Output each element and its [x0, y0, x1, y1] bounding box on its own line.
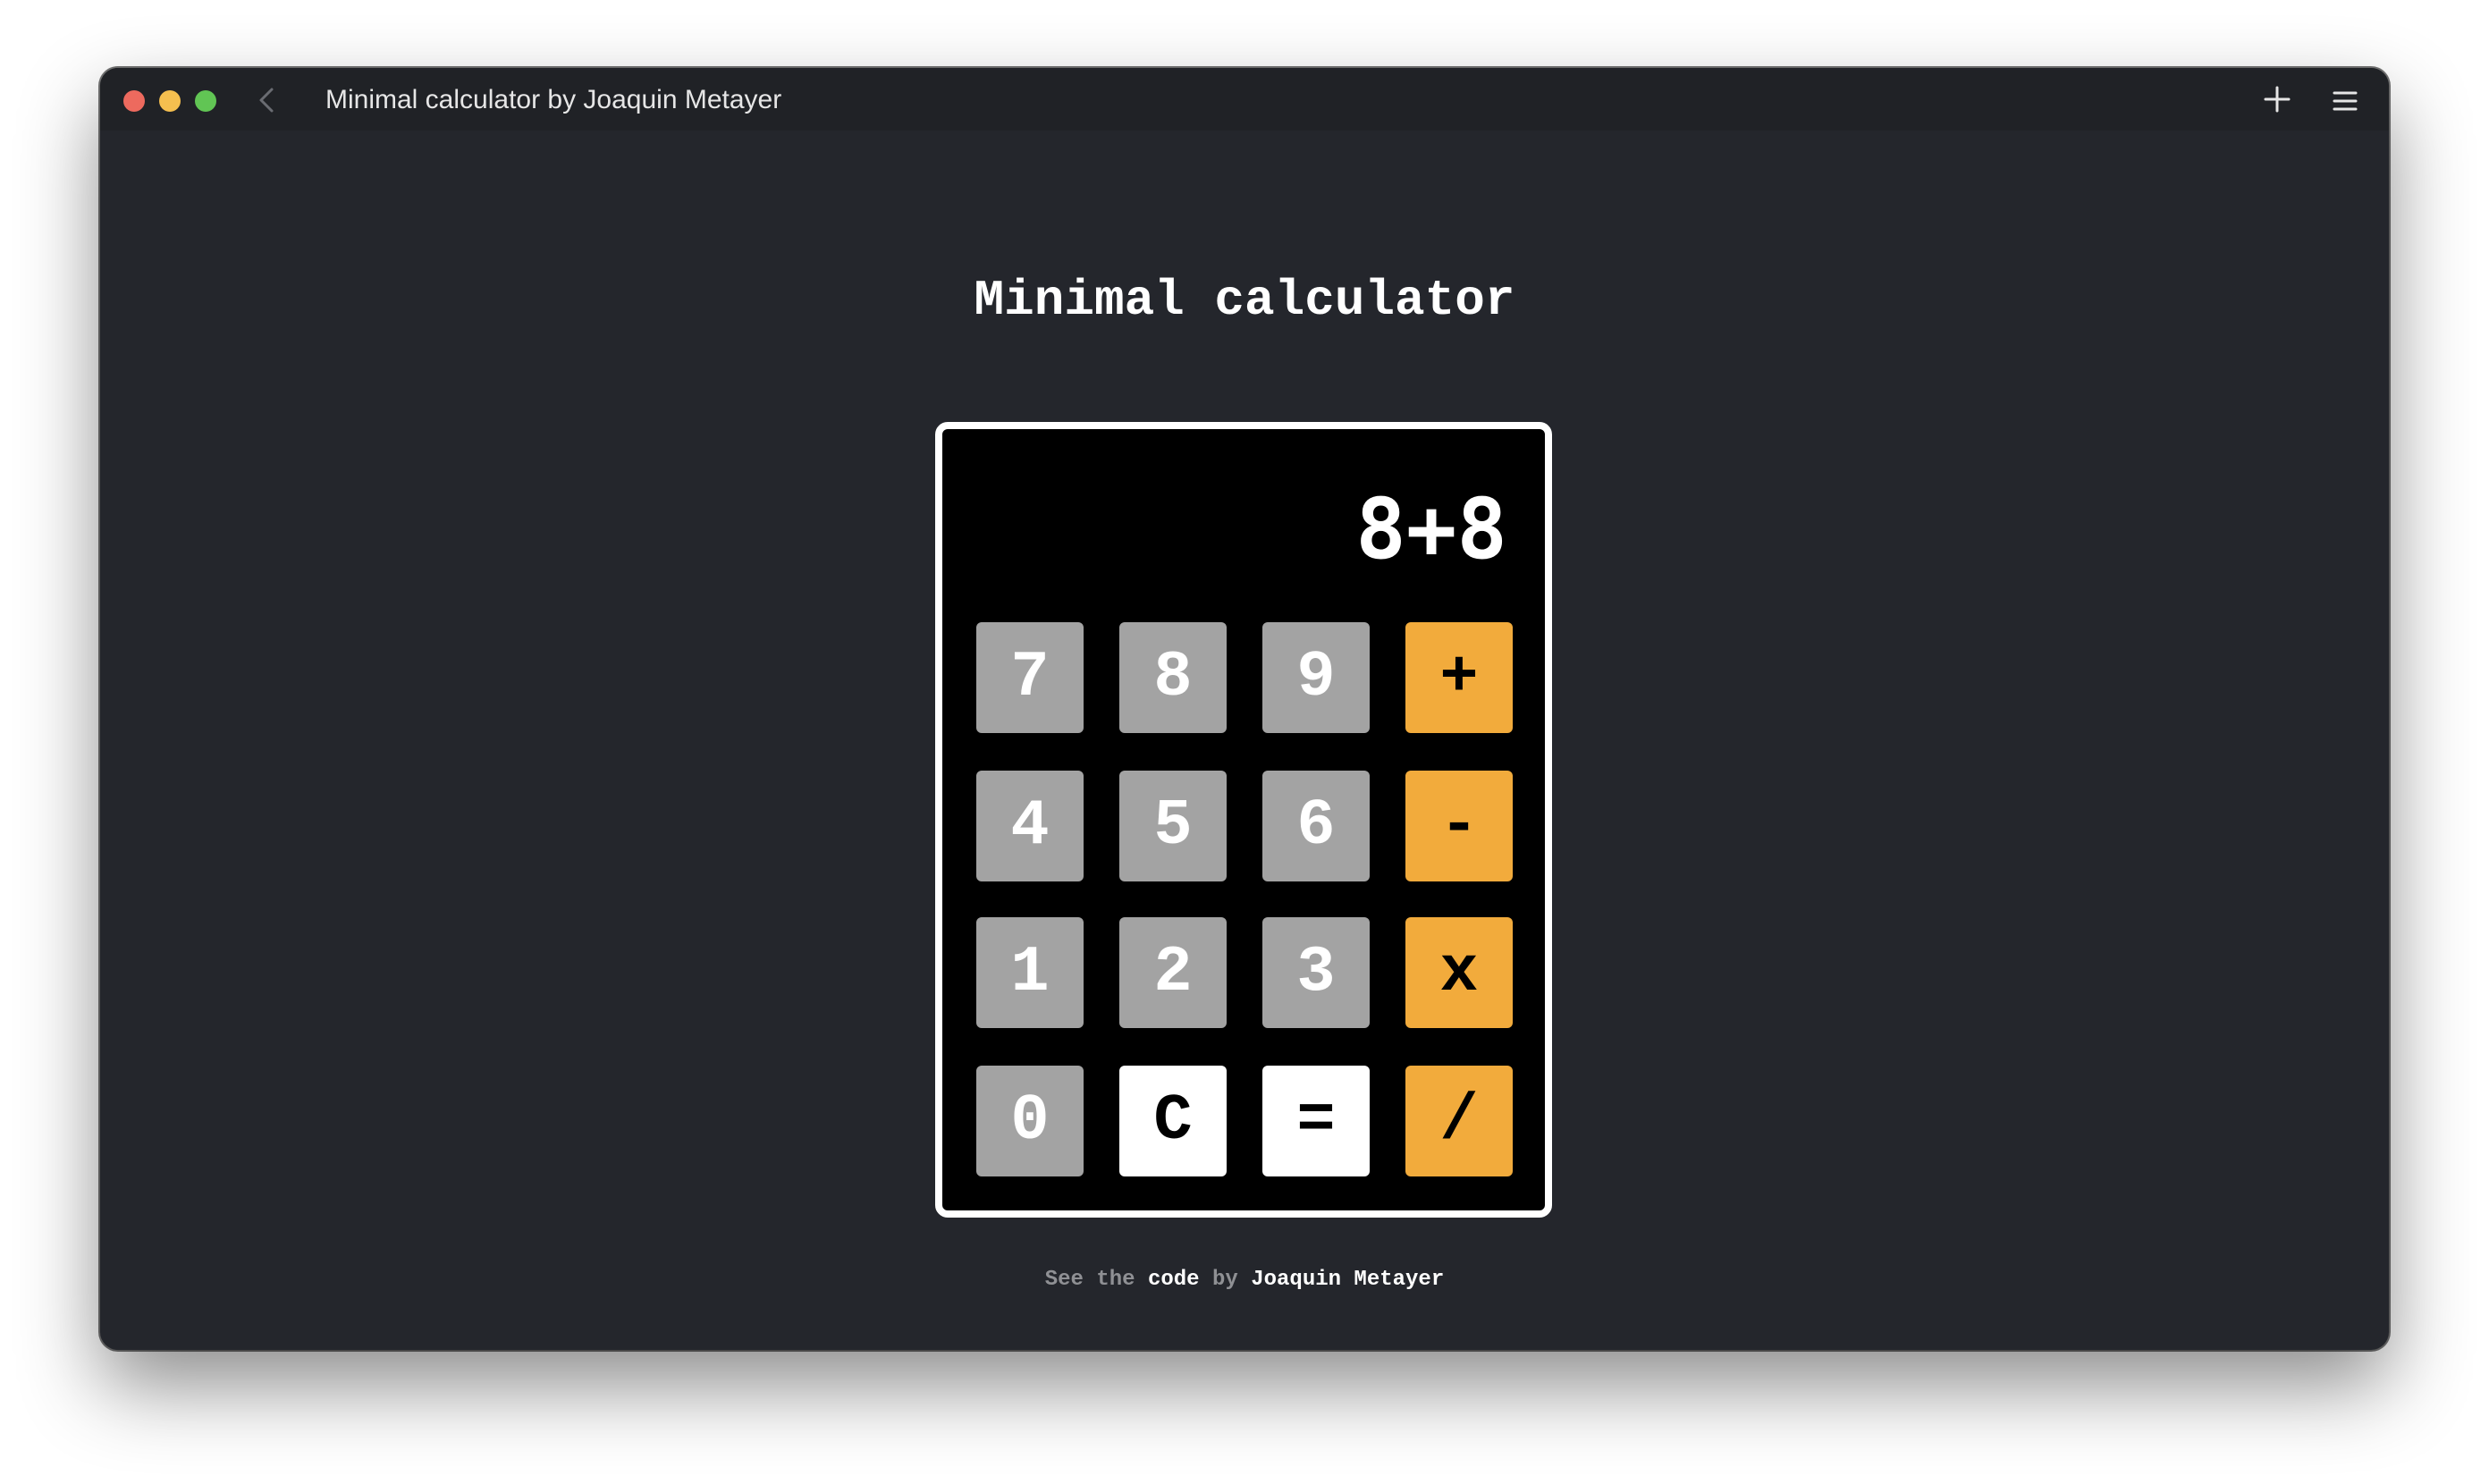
- credit-line: See the code by Joaquin Metayer: [100, 1268, 2389, 1292]
- window-title: Minimal calculator by Joaquin Metayer: [325, 85, 782, 114]
- calculator-display: 8+8: [1355, 481, 1507, 578]
- key-2[interactable]: 2: [1119, 917, 1227, 1028]
- key-6[interactable]: 6: [1262, 771, 1370, 881]
- key-7[interactable]: 7: [976, 622, 1084, 733]
- title-bar: Minimal calculator by Joaquin Metayer: [100, 68, 2389, 131]
- key-multiply[interactable]: x: [1405, 917, 1513, 1028]
- page-title: Minimal calculator: [974, 272, 1515, 329]
- author-link[interactable]: Joaquin Metayer: [1251, 1268, 1444, 1292]
- key-add[interactable]: +: [1405, 622, 1513, 733]
- key-clear[interactable]: C: [1119, 1066, 1227, 1176]
- credit-by: by: [1211, 1268, 1238, 1292]
- calculator: 8+8 7 8 9 + 4 5 6 - 1 2 3 x 0 C = /: [935, 422, 1552, 1218]
- credit-prefix: See the: [1044, 1268, 1135, 1292]
- hamburger-menu-icon[interactable]: [2332, 88, 2358, 114]
- key-8[interactable]: 8: [1119, 622, 1227, 733]
- maximize-window-button[interactable]: [195, 90, 216, 112]
- plus-icon[interactable]: [2262, 84, 2292, 114]
- key-0[interactable]: 0: [976, 1066, 1084, 1176]
- page-content: Minimal calculator 8+8 7 8 9 + 4 5 6 - 1…: [100, 131, 2389, 1350]
- key-subtract[interactable]: -: [1405, 771, 1513, 881]
- browser-window: Minimal calculator by Joaquin Metayer Mi…: [100, 68, 2389, 1350]
- code-link[interactable]: code: [1148, 1268, 1200, 1292]
- close-window-button[interactable]: [123, 90, 145, 112]
- key-4[interactable]: 4: [976, 771, 1084, 881]
- key-5[interactable]: 5: [1119, 771, 1227, 881]
- key-3[interactable]: 3: [1262, 917, 1370, 1028]
- key-equals[interactable]: =: [1262, 1066, 1370, 1176]
- chevron-left-icon[interactable]: [252, 82, 284, 118]
- key-9[interactable]: 9: [1262, 622, 1370, 733]
- key-divide[interactable]: /: [1405, 1066, 1513, 1176]
- key-1[interactable]: 1: [976, 917, 1084, 1028]
- minimize-window-button[interactable]: [159, 90, 181, 112]
